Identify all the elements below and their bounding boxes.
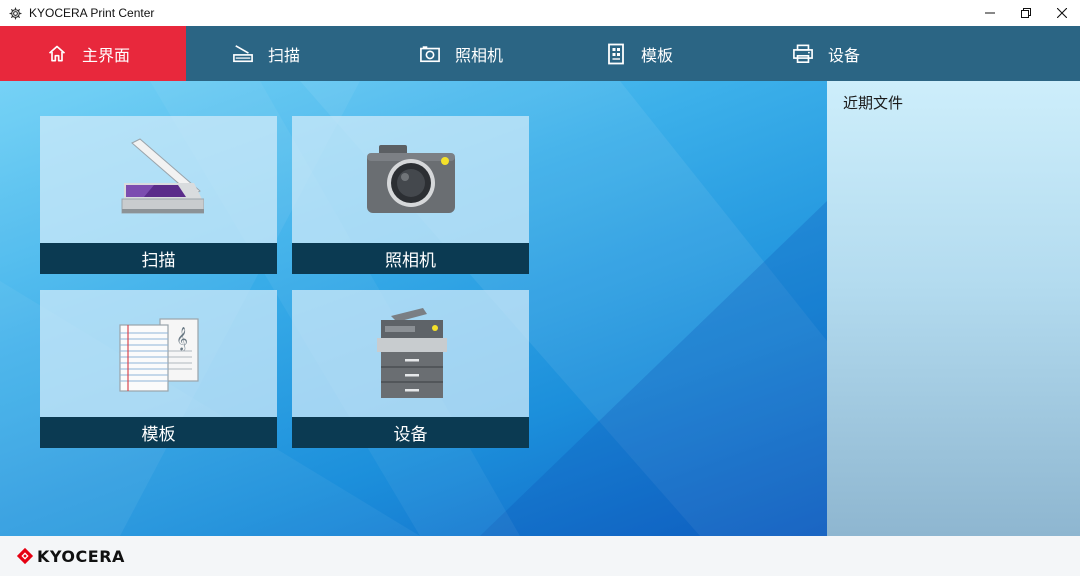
nav-tab-camera[interactable]: 照相机: [419, 26, 503, 81]
camera-tile[interactable]: 照相机: [292, 116, 529, 274]
nav-tab-label: 扫描: [268, 45, 301, 65]
tile-label: 照相机: [292, 243, 529, 274]
template-icon: 𝄞: [118, 317, 199, 392]
nav-tab-label: 照相机: [455, 45, 504, 65]
nav-tab-template[interactable]: 模板: [605, 26, 673, 81]
printer-icon: [792, 43, 814, 65]
main-navigation: 主界面 扫描 照相机 模板 设备: [0, 26, 1080, 81]
close-button[interactable]: [1044, 0, 1080, 26]
tile-label: 模板: [40, 417, 277, 448]
footer: KYOCERA: [0, 536, 1080, 576]
camera-icon: [419, 43, 441, 65]
home-panel: 扫描 照相机 𝄞 模板 设备: [0, 81, 827, 536]
nav-tab-device[interactable]: 设备: [792, 26, 860, 81]
scan-tile[interactable]: 扫描: [40, 116, 277, 274]
nav-tab-label: 模板: [641, 45, 674, 65]
camera-icon: [366, 144, 455, 213]
nav-tab-scan[interactable]: 扫描: [232, 26, 300, 81]
window-controls: [972, 0, 1080, 26]
tile-label: 设备: [292, 417, 529, 448]
device-icon: [376, 307, 447, 398]
svg-text:𝄞: 𝄞: [176, 326, 188, 351]
close-icon: [1057, 8, 1067, 18]
template-icon: [605, 43, 627, 65]
device-tile[interactable]: 设备: [292, 290, 529, 448]
recent-files-title: 近期文件: [843, 94, 904, 112]
gear-icon: [8, 6, 22, 20]
title-bar: KYOCERA Print Center: [0, 0, 1080, 26]
tile-label: 扫描: [40, 243, 277, 274]
minimize-button[interactable]: [972, 0, 1008, 26]
scanner-icon: [121, 137, 204, 213]
restore-button[interactable]: [1008, 0, 1044, 26]
nav-tab-label: 主界面: [82, 45, 131, 65]
window-title: KYOCERA Print Center: [29, 6, 155, 20]
home-icon: [46, 43, 68, 65]
nav-tab-home[interactable]: 主界面: [0, 26, 186, 81]
nav-tab-label: 设备: [828, 45, 861, 65]
logo-text: KYOCERA: [37, 546, 125, 566]
kyocera-logo-icon: [16, 547, 34, 565]
scanner-icon: [232, 43, 254, 65]
minimize-icon: [985, 12, 995, 14]
recent-files-panel: 近期文件: [827, 81, 1080, 536]
restore-icon: [1021, 8, 1031, 18]
template-tile[interactable]: 𝄞 模板: [40, 290, 277, 448]
kyocera-logo: KYOCERA: [16, 547, 125, 566]
